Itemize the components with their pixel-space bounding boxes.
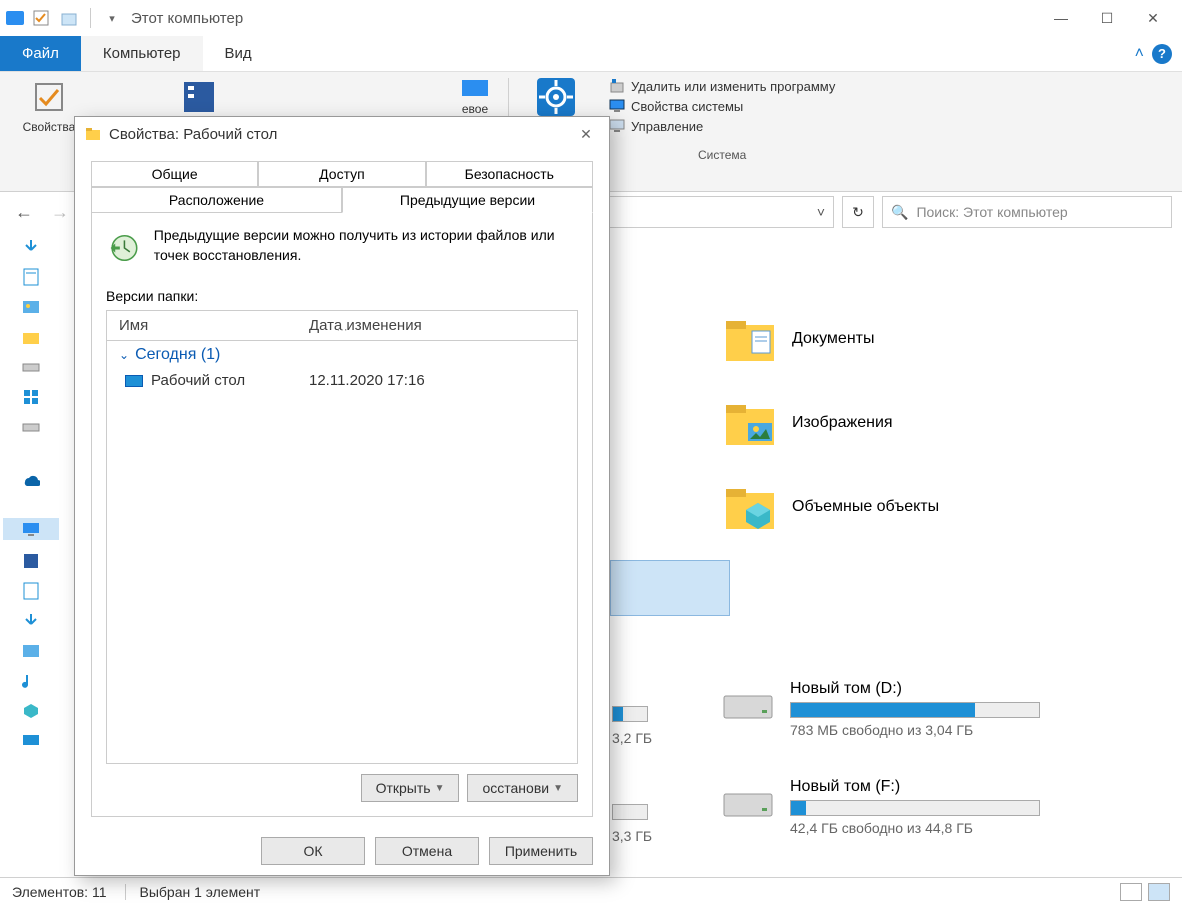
nav-desktop-icon[interactable] <box>22 732 40 750</box>
search-icon: 🔍 <box>891 204 908 221</box>
folder-documents[interactable]: Документы <box>722 302 1062 376</box>
nav-3d-icon[interactable] <box>22 702 40 720</box>
ribbon-tabs: Файл Компьютер Вид ˄ ? <box>0 36 1182 72</box>
nav-onedrive-icon[interactable] <box>22 470 40 488</box>
nav-pictures-icon[interactable] <box>22 298 40 316</box>
partial-drive-text-2: 3,3 ГБ <box>612 828 652 844</box>
nav-documents-icon[interactable] <box>22 268 40 286</box>
partial-drive-text-1: 3,2 ГБ <box>612 730 652 746</box>
help-icon[interactable]: ? <box>1152 44 1172 64</box>
dlgtab-general[interactable]: Общие <box>91 161 258 187</box>
tab-view[interactable]: Вид <box>203 36 274 71</box>
nav-drive2-icon[interactable] <box>22 418 40 436</box>
status-bar: Элементов: 11 Выбран 1 элемент <box>0 877 1182 905</box>
tab-computer[interactable]: Компьютер <box>81 36 203 71</box>
drive-f[interactable]: Новый том (F:) 42,4 ГБ свободно из 44,8 … <box>720 778 1060 836</box>
search-box[interactable]: 🔍 Поиск: Этот компьютер <box>882 196 1172 228</box>
close-button[interactable]: ✕ <box>1130 2 1176 34</box>
chevron-down-icon: ▼ <box>435 783 445 794</box>
network-icon[interactable] <box>456 78 494 102</box>
partial-drive-bar-1 <box>612 706 648 722</box>
ribbon-collapse-icon[interactable]: ˄ <box>1135 45 1144 63</box>
column-resize-grip[interactable]: ⋯ <box>107 323 577 336</box>
version-item[interactable]: Рабочий стол 12.11.2020 17:16 <box>119 372 565 389</box>
versions-list[interactable]: Имя Дата изменения ⋯ ⌄ Сегодня (1) Рабоч… <box>106 310 578 764</box>
system-properties-link[interactable]: Свойства системы <box>609 98 835 114</box>
dlgtab-previous-versions[interactable]: Предыдущие версии <box>342 187 593 213</box>
uninstall-icon <box>609 78 625 94</box>
selected-folder-item[interactable] <box>610 560 730 616</box>
dlgtab-location[interactable]: Расположение <box>91 187 342 213</box>
nav-folder-icon[interactable] <box>22 328 40 346</box>
nav-back-button[interactable]: ← <box>10 198 38 226</box>
chevron-down-icon: ▼ <box>553 783 563 794</box>
address-box[interactable]: ˅ <box>602 196 834 228</box>
qat-dropdown-icon[interactable]: ▾ <box>101 7 123 29</box>
status-count: Элементов: 11 <box>12 884 107 900</box>
folder-3d-objects[interactable]: Объемные объекты <box>722 470 1062 544</box>
status-selected: Выбран 1 элемент <box>125 884 261 900</box>
nav-apps-icon[interactable] <box>22 388 40 406</box>
nav-dl2-icon[interactable] <box>22 612 40 630</box>
qat-new-folder-icon[interactable] <box>58 7 80 29</box>
nav-drive-icon[interactable] <box>22 358 40 376</box>
chevron-down-icon[interactable]: ˅ <box>817 204 825 220</box>
chevron-down-icon: ⌄ <box>119 348 129 362</box>
manage-link[interactable]: Управление <box>609 118 835 134</box>
maximize-button[interactable]: ☐ <box>1084 2 1130 34</box>
ok-button[interactable]: ОК <box>261 837 365 865</box>
nav-downloads-icon[interactable] <box>22 238 40 256</box>
nav-pics2-icon[interactable] <box>22 642 40 660</box>
minimize-button[interactable]: — <box>1038 2 1084 34</box>
properties-dialog: Свойства: Рабочий стол ✕ Общие Доступ Бе… <box>74 116 610 876</box>
dialog-close-button[interactable]: ✕ <box>573 121 599 147</box>
nav-docs2-icon[interactable] <box>22 582 40 600</box>
restore-version-button[interactable]: осстанови▼ <box>467 774 578 802</box>
properties-button[interactable]: Свойства <box>16 78 82 134</box>
open-version-button[interactable]: Открыть▼ <box>361 774 460 802</box>
uninstall-link[interactable]: Удалить или изменить программу <box>609 78 835 94</box>
view-details-button[interactable] <box>1120 883 1142 901</box>
versions-label: Версии папки: <box>106 288 578 304</box>
dlgtab-sharing[interactable]: Доступ <box>258 161 425 187</box>
manage-icon <box>609 118 625 134</box>
navigation-pane[interactable] <box>0 232 62 872</box>
media-icon[interactable] <box>180 78 218 116</box>
history-icon <box>106 226 140 270</box>
dialog-description: Предыдущие версии можно получить из исто… <box>154 226 578 265</box>
dlgtab-security[interactable]: Безопасность <box>426 161 593 187</box>
nav-this-pc[interactable] <box>3 518 59 540</box>
view-tiles-button[interactable] <box>1148 883 1170 901</box>
dialog-folder-icon <box>85 126 101 142</box>
window-title: Этот компьютер <box>131 10 243 27</box>
title-bar: ▾ Этот компьютер — ☐ ✕ <box>0 0 1182 36</box>
ribbon-group-system-label: Система <box>698 148 746 162</box>
refresh-button[interactable]: ↻ <box>842 196 874 228</box>
drive-d[interactable]: Новый том (D:) 783 МБ свободно из 3,04 Г… <box>720 680 1060 738</box>
nav-music-icon[interactable] <box>22 672 40 690</box>
app-icon <box>6 11 24 25</box>
partial-drive-bar-2 <box>612 804 648 820</box>
dialog-title: Свойства: Рабочий стол <box>109 126 277 143</box>
desktop-icon <box>125 375 143 387</box>
nav-videos-icon[interactable] <box>22 552 40 570</box>
nav-forward-button: → <box>46 198 74 226</box>
group-today[interactable]: ⌄ Сегодня (1) <box>119 346 565 364</box>
folder-images[interactable]: Изображения <box>722 386 1062 460</box>
cancel-button[interactable]: Отмена <box>375 837 479 865</box>
qat-properties-icon[interactable] <box>30 7 52 29</box>
tab-file[interactable]: Файл <box>0 36 81 71</box>
monitor-icon <box>609 98 625 114</box>
apply-button[interactable]: Применить <box>489 837 593 865</box>
